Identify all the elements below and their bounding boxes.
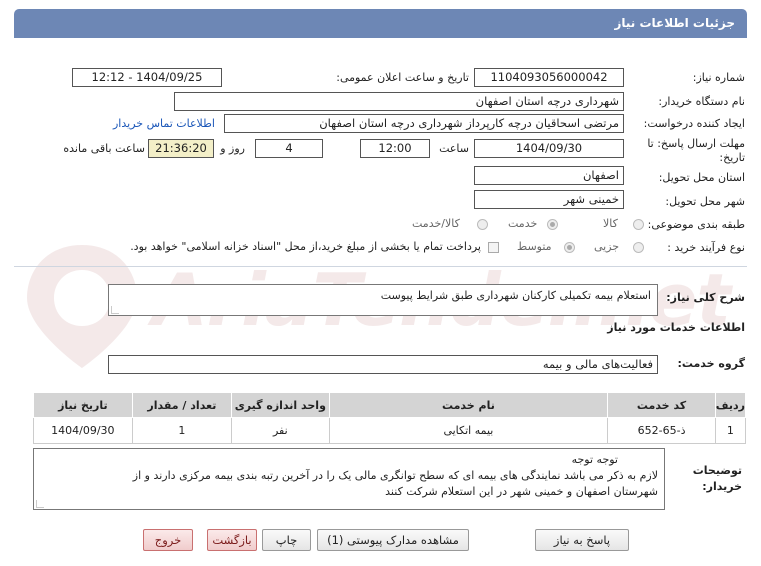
cell-code: ذ-65-652: [607, 417, 716, 444]
category-goods-label: کالا: [603, 217, 618, 230]
summary-label: شرح کلی نیاز:: [666, 291, 745, 304]
category-goods-radio[interactable]: [633, 219, 644, 230]
buyer-contact-link[interactable]: اطلاعات تماس خریدار: [113, 117, 215, 130]
col-code: کد خدمت: [607, 392, 716, 418]
category-label: طبقه بندی موضوعی:: [647, 218, 745, 231]
reply-button[interactable]: پاسخ به نیاز: [535, 529, 629, 551]
days-remaining-field: 4: [255, 139, 323, 158]
services-section-title: اطلاعات خدمات مورد نیاز: [607, 321, 745, 334]
remaining-label: ساعت باقی مانده: [63, 142, 145, 155]
treasury-payment-checkbox[interactable]: [488, 242, 499, 253]
col-name: نام خدمت: [328, 392, 609, 418]
col-row: ردیف: [714, 392, 747, 418]
print-button[interactable]: چاپ: [262, 529, 311, 551]
deadline-time-field: 12:00: [360, 139, 430, 158]
buyer-notes-label-1: توضیحات: [692, 464, 742, 477]
buyer-notes-textarea: توجه توجه لازم به ذکر می باشد نمایندگی ه…: [33, 448, 665, 510]
notes-line-3: شهرستان اصفهان و خمینی شهر در این استعلا…: [385, 485, 658, 498]
resize-handle-icon: [36, 500, 44, 508]
process-minor-radio[interactable]: [633, 242, 644, 253]
deadline-label-date: تاریخ:: [719, 151, 745, 164]
creator-label: ایجاد کننده درخواست:: [643, 117, 745, 130]
category-service-label: خدمت: [508, 217, 538, 230]
days-label: روز و: [220, 142, 245, 155]
summary-textarea: استعلام بیمه تکمیلی کارکنان شهرداری طبق …: [108, 284, 658, 316]
cell-qty: 1: [131, 417, 233, 444]
announce-label: تاریخ و ساعت اعلان عمومی:: [336, 71, 469, 84]
resize-handle-icon: [111, 306, 119, 314]
need-number-field: 1104093056000042: [474, 68, 624, 87]
notes-line-2: لازم به ذکر می باشد نمایندگی های بیمه ای…: [132, 469, 658, 482]
header-bar: جزئیات اطلاعات نیاز: [14, 9, 747, 38]
process-medium-radio[interactable]: [564, 242, 575, 253]
page-header: جزئیات اطلاعات نیاز: [0, 0, 761, 40]
buyer-org-field: شهرداری درچه استان اصفهان: [174, 92, 624, 111]
need-number-label: شماره نیاز:: [692, 71, 745, 84]
service-group-label: گروه خدمت:: [677, 357, 745, 370]
process-medium-label: متوسط: [517, 240, 552, 253]
city-field: خمینی شهر: [474, 190, 624, 209]
remaining-time-field: 21:36:20: [148, 139, 214, 158]
deadline-time-label: ساعت: [439, 142, 469, 155]
province-field: اصفهان: [474, 166, 624, 185]
exit-button[interactable]: خروج: [143, 529, 193, 551]
services-table: ردیف کد خدمت نام خدمت واحد اندازه گیری ت…: [33, 392, 747, 444]
creator-field: مرتضی اسحاقیان درچه کارپرداز شهرداری درچ…: [224, 114, 624, 133]
page-title: جزئیات اطلاعات نیاز: [614, 16, 735, 30]
col-date: تاریخ نیاز: [33, 392, 133, 418]
cell-row: 1: [714, 417, 747, 444]
category-service-radio[interactable]: [547, 219, 558, 230]
deadline-label: مهلت ارسال پاسخ: تا: [647, 137, 745, 150]
process-label: نوع فرآیند خرید :: [667, 241, 745, 254]
col-unit: واحد اندازه گیری: [231, 392, 330, 418]
attachments-button[interactable]: مشاهده مدارک پیوستی (1): [317, 529, 469, 551]
cell-unit: نفر: [231, 417, 330, 444]
announce-date-field: 1404/09/25 - 12:12: [72, 68, 222, 87]
city-label: شهر محل تحویل:: [665, 195, 745, 208]
cell-name: بیمه اتکایی: [328, 417, 609, 444]
category-goods-service-label: کالا/خدمت: [412, 217, 460, 230]
cell-date: 1404/09/30: [33, 417, 133, 444]
process-minor-label: جزیی: [594, 240, 620, 253]
notes-line-1: توجه توجه: [571, 453, 618, 466]
summary-text: استعلام بیمه تکمیلی کارکنان شهرداری طبق …: [380, 289, 651, 302]
service-group-field: فعالیت‌های مالی و بیمه: [108, 355, 658, 374]
buyer-notes-label-2: خریدار:: [702, 480, 742, 493]
province-label: استان محل تحویل:: [658, 171, 745, 184]
back-button[interactable]: بازگشت: [207, 529, 257, 551]
col-qty: تعداد / مقدار: [131, 392, 233, 418]
deadline-date-field: 1404/09/30: [474, 139, 624, 158]
buyer-org-label: نام دستگاه خریدار:: [658, 95, 745, 108]
payment-note: پرداخت تمام یا بخشی از مبلغ خرید،از محل …: [130, 240, 481, 253]
section-divider: [14, 266, 747, 267]
table-header-row: ردیف کد خدمت نام خدمت واحد اندازه گیری ت…: [33, 392, 747, 418]
category-goods-service-radio[interactable]: [477, 219, 488, 230]
table-row: 1 ذ-65-652 بیمه اتکایی نفر 1 1404/09/30: [33, 417, 747, 444]
